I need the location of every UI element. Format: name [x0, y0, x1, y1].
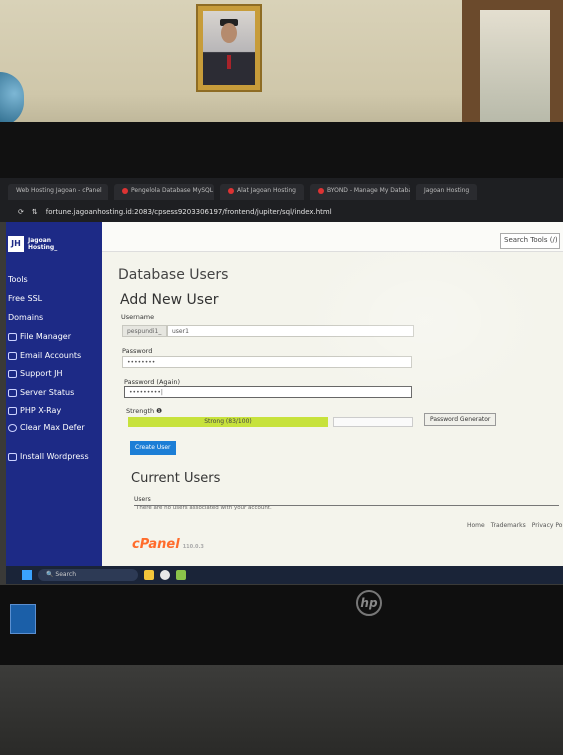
search-tools-input[interactable]: Search Tools (/) — [500, 233, 560, 249]
browser-tab[interactable]: Alat Jagoan Hosting — [220, 184, 304, 200]
sidebar-item-label: File Manager — [20, 332, 71, 341]
username-prefix: pespundi1_ — [122, 325, 167, 337]
hp-logo-icon: hp — [356, 590, 382, 616]
password-label: Password — [122, 347, 153, 355]
strength-meter: Strong (83/100) — [128, 417, 328, 427]
browser-tab[interactable]: Pengelola Database MySQL — [114, 184, 214, 200]
browser-tab[interactable]: BYOND - Manage My Databases — [309, 184, 410, 200]
php-icon — [8, 406, 17, 415]
password-generator-button[interactable]: Password Generator — [424, 413, 497, 426]
sidebar-item-php-x-ray[interactable]: PHP X-Ray — [8, 406, 61, 415]
sidebar-item-label: Clear Max Defer — [20, 423, 85, 432]
add-user-heading: Add New User — [120, 292, 219, 308]
portrait-frame — [196, 4, 262, 92]
door — [462, 0, 563, 135]
username-label: Username — [121, 313, 155, 321]
brand-logo-icon: JH — [8, 236, 24, 252]
portrait-image — [203, 11, 255, 85]
footer-link-privacy[interactable]: Privacy Po — [532, 522, 563, 529]
desk — [0, 665, 563, 755]
brand[interactable]: JH Jagoan Hosting_ — [8, 236, 68, 252]
sidebar-item-clear-max-defer[interactable]: Clear Max Defer — [8, 423, 85, 432]
wordpress-icon — [8, 452, 17, 461]
sidebar-item-label: Email Accounts — [20, 351, 82, 360]
address-bar[interactable]: ⟳ ⇅ fortune.jagoanhosting.id:2083/cpsess… — [18, 205, 558, 219]
user-icon — [8, 369, 17, 378]
cpanel-logo-text: cPanel — [132, 537, 180, 552]
empty-users-message: There are no users associated with your … — [136, 505, 272, 511]
mail-icon — [8, 351, 17, 360]
app-icon[interactable] — [176, 570, 186, 580]
cpanel-version: 110.0.3 — [182, 544, 204, 550]
sidebar-item-label: Free SSL — [8, 294, 43, 303]
footer-link-home[interactable]: Home — [467, 522, 485, 529]
cpanel-logo: cPanel 110.0.3 — [132, 537, 204, 552]
taskbar-search[interactable]: 🔍 Search — [38, 569, 138, 581]
sidebar-item-server-status[interactable]: Server Status — [8, 388, 74, 397]
site-info-icon[interactable]: ⇅ — [32, 208, 38, 216]
browser-tab[interactable]: Jagoan Hosting — [415, 184, 478, 200]
intel-sticker — [10, 604, 36, 634]
taskbar-search-label: Search — [55, 571, 77, 578]
file-explorer-icon[interactable] — [144, 570, 154, 580]
sidebar-item-label: Tools — [8, 275, 28, 284]
sidebar-item-label: Support JH — [20, 369, 63, 378]
username-field[interactable]: user1 — [167, 325, 414, 337]
url-text[interactable]: fortune.jagoanhosting.id:2083/cpsess9203… — [46, 208, 332, 216]
photo-scene: Web Hosting Jagoan - cPanel Pengelola Da… — [0, 0, 563, 755]
sidebar-item-free-ssl[interactable]: Free SSL — [8, 294, 42, 303]
folder-icon — [8, 332, 17, 341]
portrait-face — [221, 23, 237, 43]
sidebar-item-label: PHP X-Ray — [20, 406, 62, 415]
sidebar-item-email-accounts[interactable]: Email Accounts — [8, 351, 81, 360]
door-glass — [480, 10, 550, 128]
sidebar-item-label: Server Status — [20, 388, 75, 397]
sidebar-item-file-manager[interactable]: File Manager — [8, 332, 71, 341]
create-user-button[interactable]: Create User — [130, 441, 176, 455]
taskbar: 🔍 Search — [6, 566, 563, 584]
footer-links: Home Trademarks Privacy Po — [467, 522, 562, 529]
sidebar-item-label: Install Wordpress — [20, 452, 89, 461]
sidebar-item-domains[interactable]: Domains — [8, 313, 43, 322]
brand-name: Jagoan Hosting_ — [28, 237, 58, 251]
sidebar-item-support-jh[interactable]: Support JH — [8, 369, 63, 378]
browser-tab[interactable]: Web Hosting Jagoan - cPanel — [8, 184, 108, 200]
server-icon — [8, 388, 17, 397]
password-field[interactable]: •••••••• — [122, 356, 412, 368]
monitor-bezel-bottom — [0, 585, 563, 665]
strength-label: Strength ❶ — [126, 407, 163, 415]
password-again-label: Password (Again) — [124, 378, 180, 386]
sidebar-item-install-wordpress[interactable]: Install Wordpress — [8, 452, 89, 461]
top-header — [102, 222, 563, 252]
reload-icon[interactable]: ⟳ — [18, 208, 24, 216]
clear-icon — [8, 423, 17, 432]
page-title: Database Users — [118, 267, 229, 283]
chrome-icon[interactable] — [160, 570, 170, 580]
sidebar-item-label: Domains — [8, 313, 44, 322]
portrait-tie — [227, 55, 231, 69]
footer-link-trademarks[interactable]: Trademarks — [491, 522, 526, 529]
tab-strip: Web Hosting Jagoan - cPanel Pengelola Da… — [8, 184, 563, 200]
sidebar-item-tools[interactable]: Tools — [8, 275, 28, 284]
current-users-heading: Current Users — [131, 471, 221, 486]
windows-start-icon[interactable] — [22, 570, 32, 580]
strength-meter-track — [333, 417, 413, 427]
password-again-field[interactable]: •••••••••| — [124, 386, 412, 398]
